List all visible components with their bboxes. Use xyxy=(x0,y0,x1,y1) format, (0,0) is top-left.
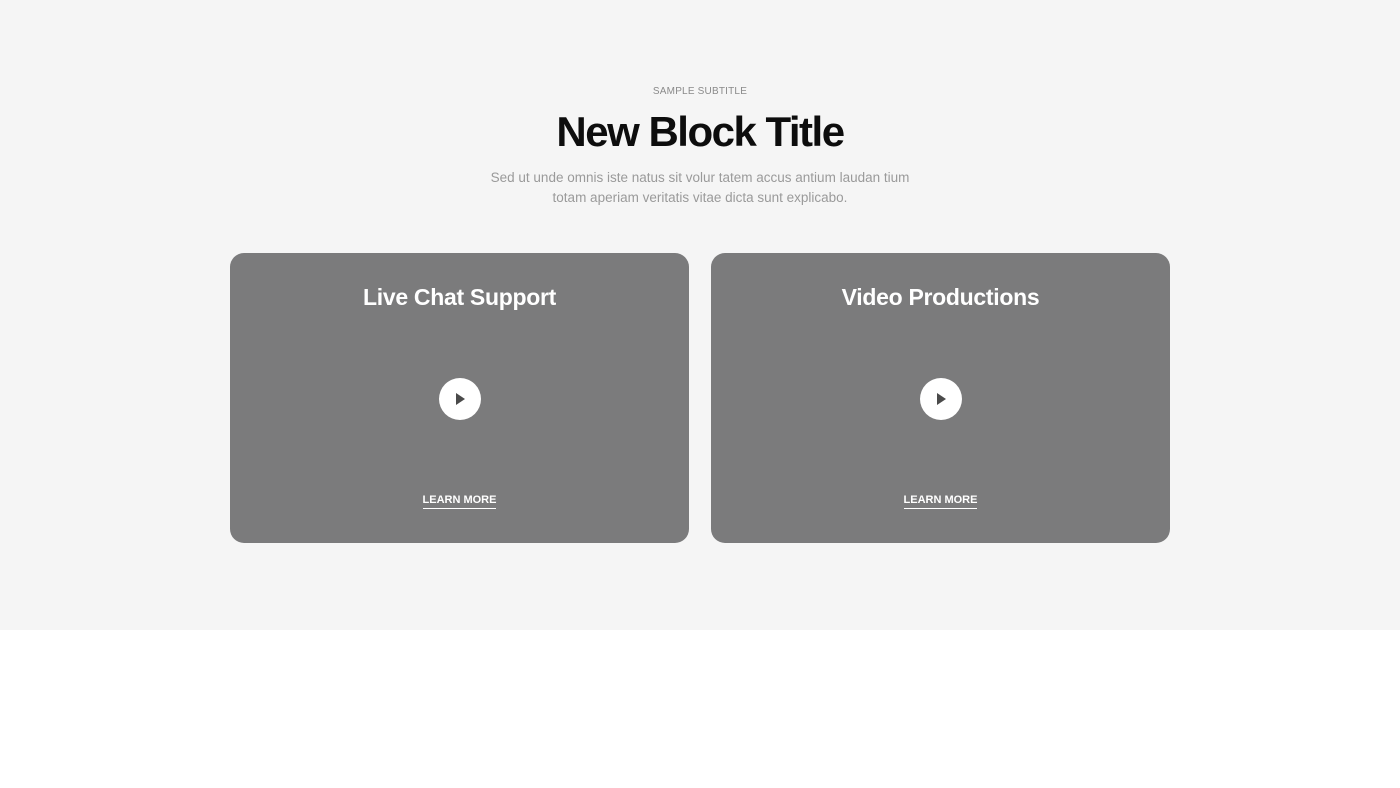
play-button[interactable] xyxy=(438,378,481,420)
section-subtitle: SAMPLE SUBTITLE xyxy=(652,86,748,97)
card-title: Live Chat Support xyxy=(363,284,556,310)
play-button[interactable] xyxy=(919,378,962,420)
features-section: SAMPLE SUBTITLE New Block Title Sed ut u… xyxy=(0,0,1400,630)
card-video-productions: Video Productions LEARN MORE xyxy=(711,253,1170,543)
play-icon xyxy=(455,393,465,405)
description-line: totam aperiam veritatis vitae dicta sunt… xyxy=(552,190,848,205)
learn-more-link[interactable]: LEARN MORE xyxy=(903,494,978,509)
section-description: Sed ut unde omnis iste natus sit volur t… xyxy=(490,168,910,208)
play-icon xyxy=(936,393,946,405)
card-title: Video Productions xyxy=(841,284,1040,310)
description-line: Sed ut unde omnis iste natus sit volur t… xyxy=(490,170,910,185)
learn-more-link[interactable]: LEARN MORE xyxy=(422,494,497,509)
section-title: New Block Title xyxy=(556,108,845,155)
card-live-chat-support: Live Chat Support LEARN MORE xyxy=(230,253,689,543)
